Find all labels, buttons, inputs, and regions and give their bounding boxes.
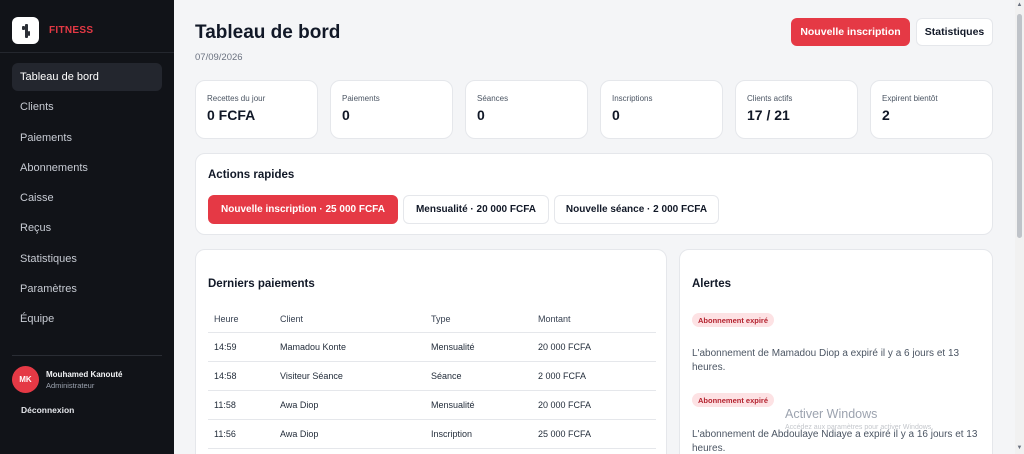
sidebar-nav: Tableau de bord Clients Paiements Abonne… <box>12 63 162 336</box>
stat-value: 2 <box>882 107 890 123</box>
cell-type: Mensualité <box>431 342 475 352</box>
latest-payments-card: Derniers paiements Heure Client Type Mon… <box>195 249 667 454</box>
sidebar-item-statistics[interactable]: Statistiques <box>12 245 162 273</box>
cell-time: 11:56 <box>214 429 236 439</box>
sidebar-item-subscriptions[interactable]: Abonnements <box>12 154 162 182</box>
scroll-down-icon[interactable]: ▼ <box>1016 445 1023 452</box>
cell-client: Visiteur Séance <box>280 371 343 381</box>
stat-card-sessions: Séances 0 <box>465 80 588 139</box>
stat-card-active-clients: Clients actifs 17 / 21 <box>735 80 858 139</box>
stat-card-registrations: Inscriptions 0 <box>600 80 723 139</box>
cell-amount: 2 000 FCFA <box>538 371 587 381</box>
quick-action-monthly[interactable]: Mensualité · 20 000 FCFA <box>403 195 549 224</box>
alert-message: L'abonnement de Abdoulaye Ndiaye a expir… <box>692 429 978 454</box>
brand[interactable]: FITNESS <box>12 17 93 44</box>
stat-card-expiring-soon: Expirent bientôt 2 <box>870 80 993 139</box>
dumbbell-icon <box>12 17 39 44</box>
avatar: MK <box>12 366 39 393</box>
user-profile[interactable]: MK Mouhamed Kanouté Administrateur <box>12 366 122 393</box>
sidebar-item-settings[interactable]: Paramètres <box>12 275 162 303</box>
cell-client: Awa Diop <box>280 400 319 410</box>
stat-card-daily-revenue: Recettes du jour 0 FCFA <box>195 80 318 139</box>
stat-label: Expirent bientôt <box>882 94 938 103</box>
stat-value: 0 <box>342 107 350 123</box>
sidebar-item-receipts[interactable]: Reçus <box>12 214 162 242</box>
sidebar-item-team[interactable]: Équipe <box>12 305 162 333</box>
column-header-amount: Montant <box>538 313 571 324</box>
status-badge: Abonnement expiré <box>692 393 775 407</box>
cell-client: Awa Diop <box>280 429 319 439</box>
quick-actions-title: Actions rapides <box>208 169 295 181</box>
cell-client: Mamadou Konte <box>280 342 347 352</box>
stat-card-payments: Paiements 0 <box>330 80 453 139</box>
cell-time: 11:58 <box>214 400 236 410</box>
alert-message: L'abonnement de Mamadou Diop a expiré il… <box>692 348 960 373</box>
divider <box>12 355 162 356</box>
quick-action-new-session[interactable]: Nouvelle séance · 2 000 FCFA <box>554 195 719 224</box>
cell-amount: 20 000 FCFA <box>538 342 592 352</box>
column-header-type: Type <box>431 313 451 324</box>
table-row[interactable]: 11:56 Awa Diop Inscription 25 000 FCFA <box>208 420 656 449</box>
cell-time: 14:58 <box>214 371 237 381</box>
latest-payments-title: Derniers paiements <box>208 278 315 290</box>
page-title: Tableau de bord <box>195 22 341 43</box>
logout-button[interactable]: Déconnexion <box>21 405 74 415</box>
quick-actions-card: Actions rapides Nouvelle inscription · 2… <box>195 153 993 235</box>
cell-type: Inscription <box>431 429 473 439</box>
stat-value: 17 / 21 <box>747 107 790 123</box>
sidebar: FITNESS Tableau de bord Clients Paiement… <box>0 0 174 454</box>
alerts-title: Alertes <box>692 278 731 290</box>
table-row[interactable]: 11:58 Awa Diop Mensualité 20 000 FCFA <box>208 391 656 420</box>
table-header: Heure Client Type Montant <box>208 305 656 333</box>
activation-watermark: Activer Windows <box>785 407 878 421</box>
cell-amount: 20 000 FCFA <box>538 400 592 410</box>
stat-label: Recettes du jour <box>207 94 266 103</box>
table-row[interactable]: 14:58 Visiteur Séance Séance 2 000 FCFA <box>208 362 656 391</box>
cell-time: 14:59 <box>214 342 237 352</box>
stat-label: Inscriptions <box>612 94 653 103</box>
brand-name: FITNESS <box>49 25 94 36</box>
scroll-thumb[interactable] <box>1017 14 1022 238</box>
quick-action-new-registration[interactable]: Nouvelle inscription · 25 000 FCFA <box>208 195 398 224</box>
table-row[interactable]: 14:59 Mamadou Konte Mensualité 20 000 FC… <box>208 333 656 362</box>
page-date: 07/09/2026 <box>195 52 243 63</box>
new-registration-button[interactable]: Nouvelle inscription <box>791 18 910 46</box>
page-scrollbar[interactable]: ▲ ▼ <box>1015 0 1024 454</box>
sidebar-item-dashboard[interactable]: Tableau de bord <box>12 63 162 91</box>
sidebar-item-clients[interactable]: Clients <box>12 93 162 121</box>
stat-label: Paiements <box>342 94 380 103</box>
user-role: Administrateur <box>46 380 95 390</box>
stat-value: 0 <box>477 107 485 123</box>
payments-table: Heure Client Type Montant 14:59 Mamadou … <box>208 305 656 449</box>
cell-type: Séance <box>431 371 462 381</box>
user-name: Mouhamed Kanouté <box>46 369 123 379</box>
activation-watermark-subtitle: Accédez aux paramètres pour activer Wind… <box>785 424 934 431</box>
status-badge: Abonnement expiré <box>692 313 775 327</box>
cell-amount: 25 000 FCFA <box>538 429 592 439</box>
sidebar-item-cash[interactable]: Caisse <box>12 184 162 212</box>
column-header-time: Heure <box>214 313 239 324</box>
stat-label: Clients actifs <box>747 94 793 103</box>
statistics-button[interactable]: Statistiques <box>916 18 993 46</box>
column-header-client: Client <box>280 313 304 324</box>
stat-label: Séances <box>477 94 509 103</box>
stat-value: 0 FCFA <box>207 107 256 123</box>
scroll-up-icon[interactable]: ▲ <box>1016 2 1023 9</box>
cell-type: Mensualité <box>431 400 475 410</box>
stat-value: 0 <box>612 107 620 123</box>
sidebar-item-payments[interactable]: Paiements <box>12 124 162 152</box>
divider <box>0 52 174 53</box>
